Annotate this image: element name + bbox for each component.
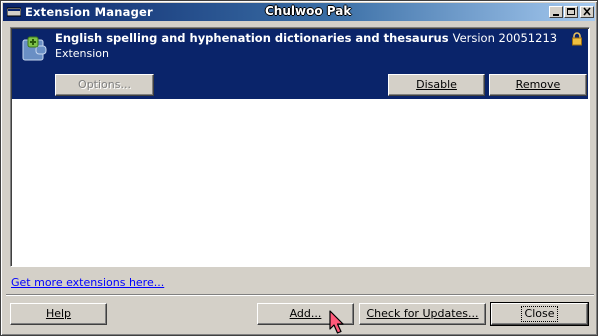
lock-icon — [572, 32, 582, 46]
close-icon — [583, 7, 591, 16]
maximize-icon — [567, 8, 575, 15]
extension-title: English spelling and hyphenation diction… — [55, 31, 449, 45]
disable-label: Disable — [416, 78, 457, 91]
options-button[interactable]: Options... — [55, 74, 154, 96]
extension-version: Version 20051213 — [452, 31, 558, 45]
close-label: Close — [520, 306, 559, 322]
get-more-extensions-link[interactable]: Get more extensions here... — [11, 276, 164, 289]
puzzle-piece-icon — [22, 36, 47, 61]
extension-list[interactable]: English spelling and hyphenation diction… — [10, 27, 590, 267]
extension-type: Extension — [55, 47, 110, 60]
app-window-icon — [7, 7, 21, 17]
check-for-updates-button[interactable]: Check for Updates... — [359, 303, 486, 325]
title-bar[interactable]: Extension Manager Chulwoo Pak — [3, 3, 595, 21]
close-window-button[interactable] — [580, 6, 594, 18]
help-button[interactable]: Help — [10, 303, 107, 325]
disable-button[interactable]: Disable — [388, 74, 485, 96]
minimize-button[interactable] — [549, 6, 563, 18]
maximize-button[interactable] — [564, 6, 578, 18]
remove-button[interactable]: Remove — [489, 74, 587, 96]
extension-name: English spelling and hyphenation diction… — [55, 31, 557, 45]
help-label: Help — [45, 307, 72, 320]
close-button[interactable]: Close — [490, 302, 589, 326]
user-name-label: Chulwoo Pak — [265, 4, 352, 18]
window-title: Extension Manager — [25, 5, 153, 19]
minimize-icon — [553, 14, 559, 16]
remove-label: Remove — [515, 78, 561, 91]
add-label: Add... — [289, 307, 322, 320]
mouse-cursor-icon — [329, 310, 344, 334]
footer-divider — [6, 294, 594, 296]
extension-list-item[interactable]: English spelling and hyphenation diction… — [12, 29, 588, 99]
check-for-updates-label: Check for Updates... — [366, 307, 479, 320]
extension-manager-window: Extension Manager Chulwoo Pak English sp… — [0, 0, 598, 336]
